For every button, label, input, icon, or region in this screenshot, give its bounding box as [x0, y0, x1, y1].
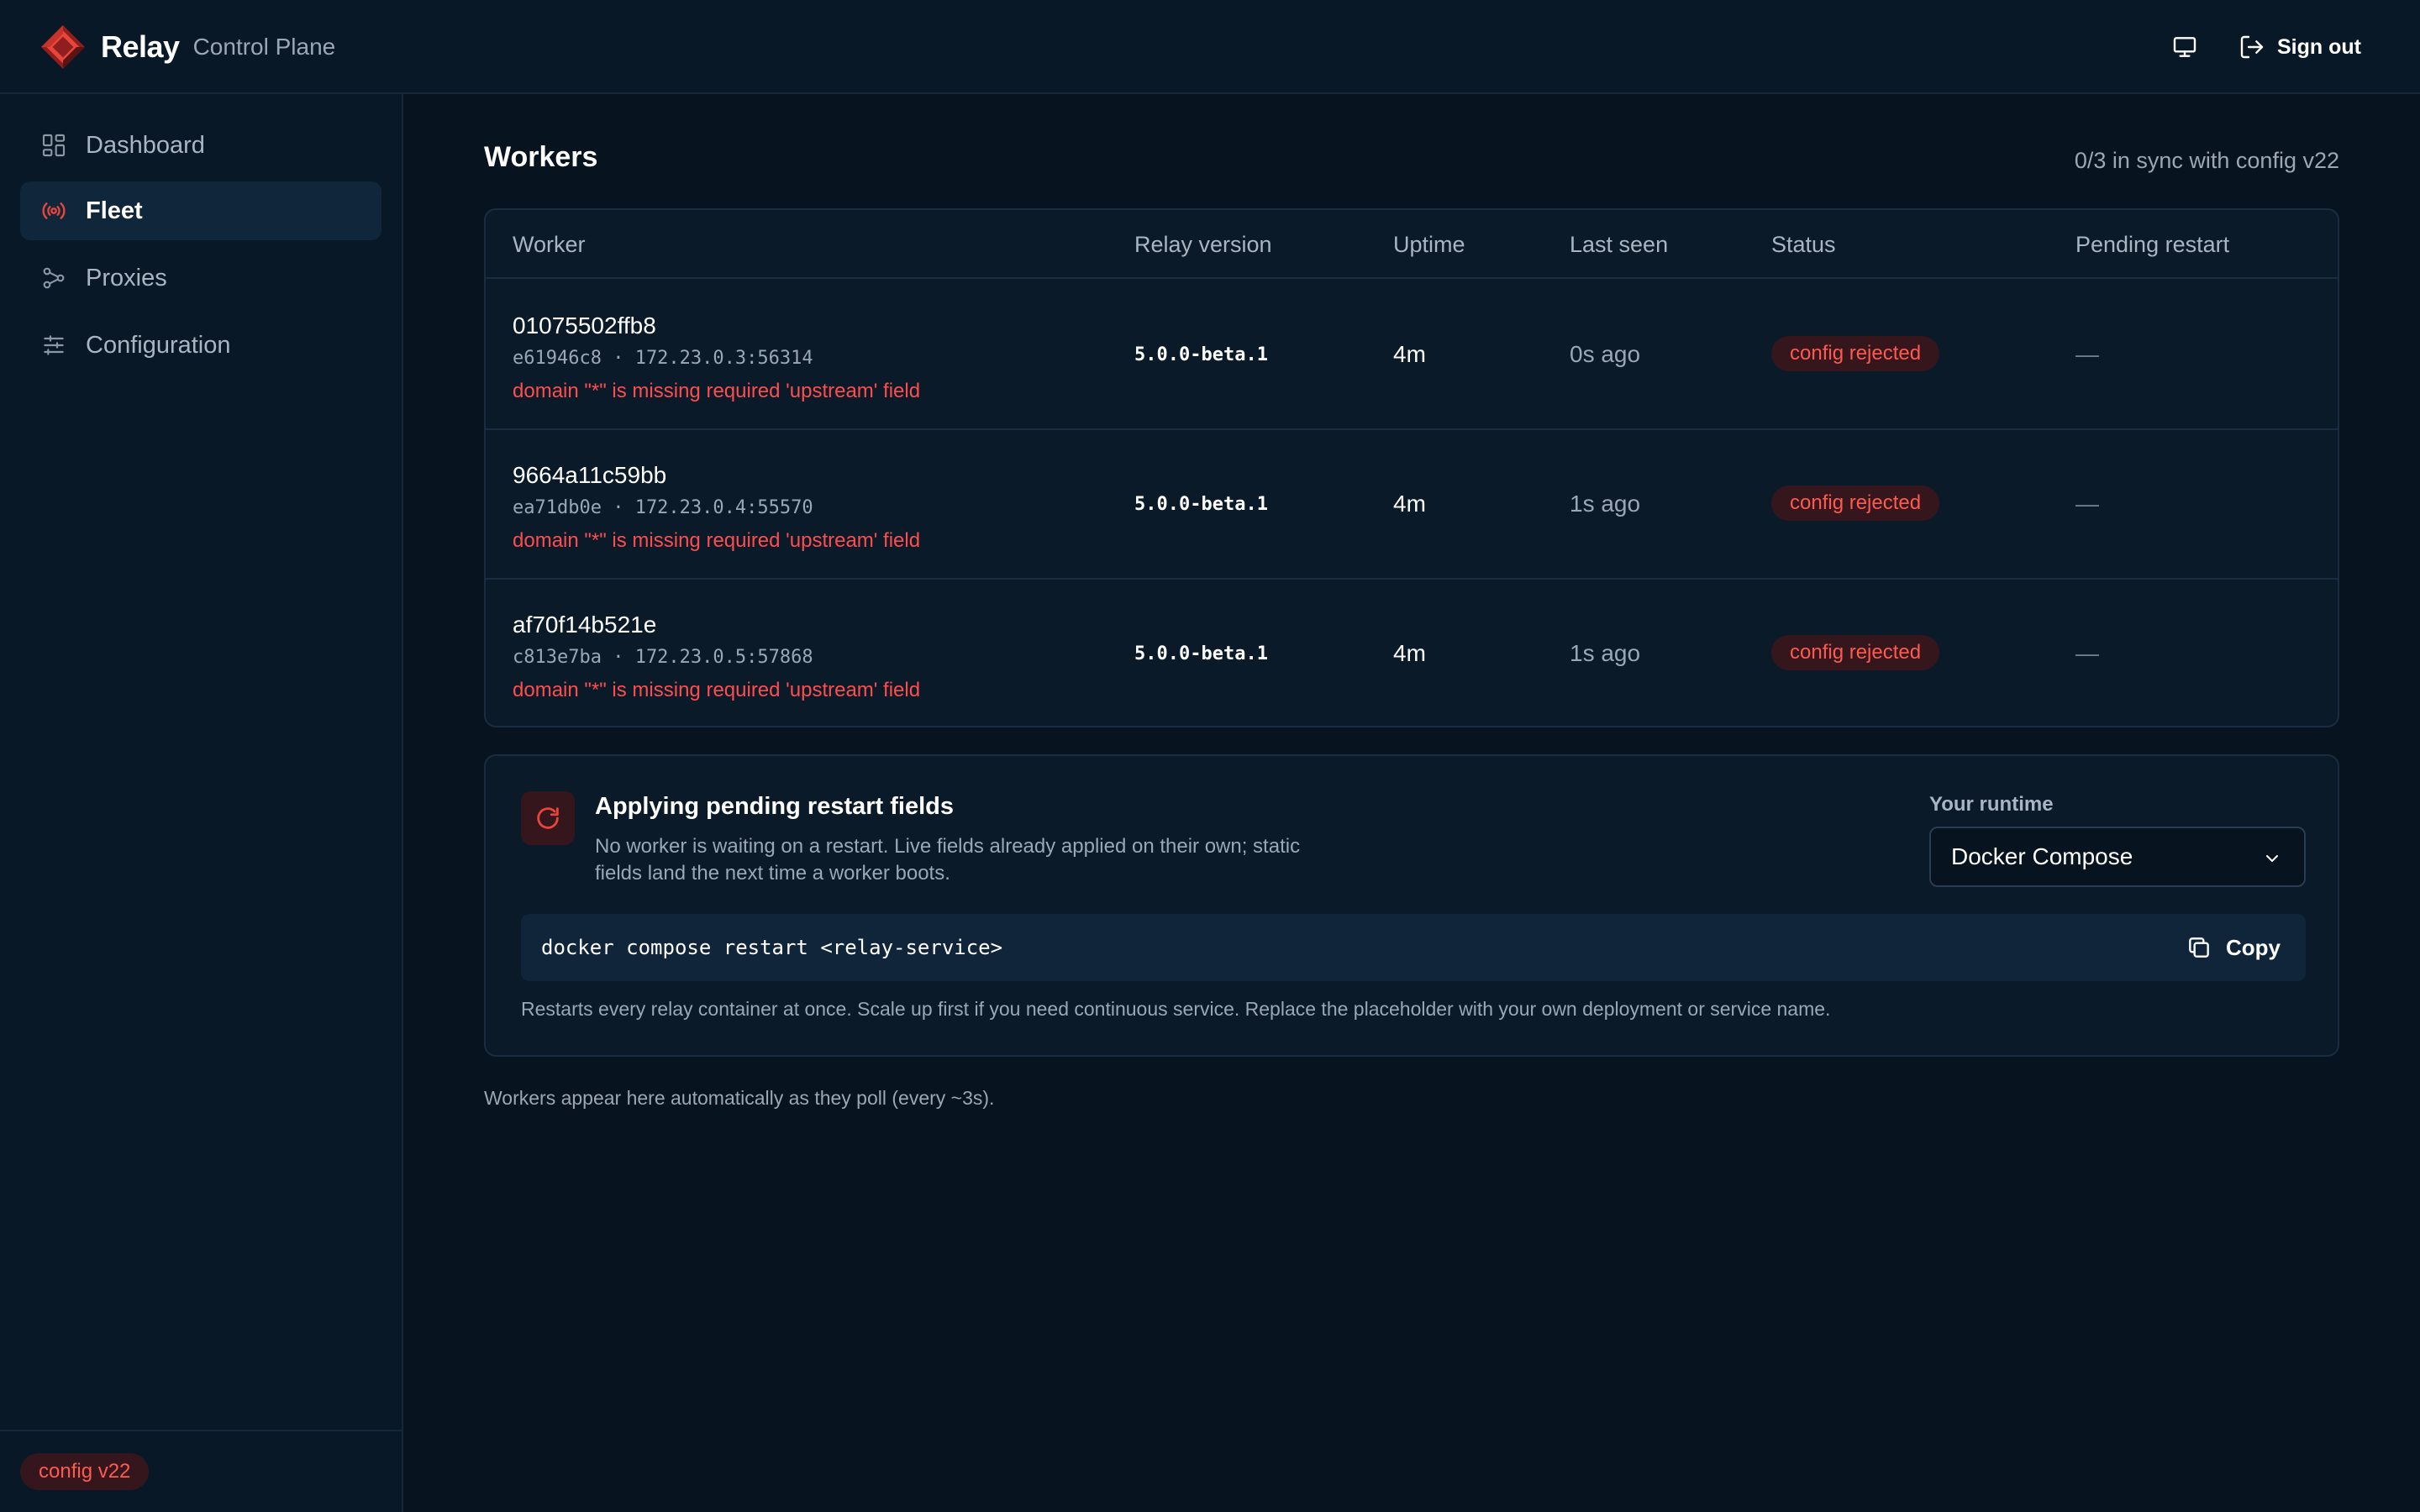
last-seen: 1s ago	[1570, 491, 1641, 517]
restart-title: Applying pending restart fields	[595, 793, 954, 820]
uptime: 4m	[1393, 640, 1426, 666]
sidebar-item-dashboard[interactable]: Dashboard	[20, 116, 381, 175]
sidebar-item-label: Configuration	[86, 331, 231, 359]
restart-command[interactable]: docker compose restart <relay-service>	[541, 936, 1002, 959]
last-seen: 1s ago	[1570, 640, 1641, 666]
sidebar-item-label: Dashboard	[86, 131, 205, 159]
sidebar-item-label: Proxies	[86, 264, 167, 291]
relay-logo-icon	[41, 25, 85, 69]
restart-icon-tile	[521, 791, 575, 845]
column-header-worker: Worker	[513, 232, 586, 257]
sign-out-icon	[2240, 35, 2264, 59]
relay-version: 5.0.0-beta.1	[1134, 494, 1268, 515]
runtime-selected-value: Docker Compose	[1951, 843, 2133, 869]
sign-out-button[interactable]: Sign out	[2238, 29, 2361, 66]
grid-icon	[42, 134, 66, 157]
sidebar-item-fleet[interactable]: Fleet	[20, 181, 381, 240]
worker-meta: e61946c8 · 172.23.0.3:56314	[513, 348, 813, 369]
config-version-badge: config v22	[20, 1453, 150, 1490]
worker-id: 9664a11c59bb	[513, 462, 667, 488]
status-badge: config rejected	[1771, 486, 1940, 521]
sign-out-label: Sign out	[2277, 34, 2361, 59]
relay-version: 5.0.0-beta.1	[1134, 643, 1268, 664]
restart-description: No worker is waiting on a restart. Live …	[595, 835, 1301, 885]
restart-note: Restarts every relay container at once. …	[521, 998, 1831, 1020]
chevron-down-icon	[2266, 855, 2278, 862]
sidebar-item-configuration[interactable]: Configuration	[20, 316, 381, 375]
uptime: 4m	[1393, 341, 1426, 367]
column-header-last-seen: Last seen	[1570, 232, 1669, 257]
monitor-icon	[2173, 37, 2196, 57]
table-row[interactable]: 9664a11c59bb ea71db0e · 172.23.0.4:55570…	[486, 430, 2338, 580]
runtime-label: Your runtime	[1929, 793, 2054, 816]
sidebar: Dashboard Fleet Proxies Configuration co…	[0, 94, 403, 1512]
worker-id: 01075502ffb8	[513, 312, 656, 339]
sidebar-item-label: Fleet	[86, 197, 143, 224]
column-header-status: Status	[1771, 232, 1836, 257]
brand[interactable]: Relay Control Plane	[39, 22, 335, 72]
column-header-version: Relay version	[1134, 232, 1272, 257]
workers-table: Worker Relay version Uptime Last seen St…	[484, 208, 2339, 727]
brand-name: Relay	[101, 29, 180, 64]
broadcast-icon	[42, 202, 66, 219]
table-row[interactable]: 01075502ffb8 e61946c8 · 172.23.0.3:56314…	[486, 281, 2338, 430]
pending-restart: —	[2075, 491, 2099, 517]
poll-footnote: Workers appear here automatically as the…	[484, 1087, 995, 1109]
status-badge: config rejected	[1771, 635, 1940, 670]
display-mode-button[interactable]	[2166, 29, 2203, 66]
pending-restart: —	[2075, 341, 2099, 367]
last-seen: 0s ago	[1570, 341, 1641, 367]
page-title: Workers	[484, 141, 598, 173]
sidebar-item-proxies[interactable]: Proxies	[20, 249, 381, 307]
worker-id: af70f14b521e	[513, 612, 657, 638]
refresh-icon	[537, 807, 559, 829]
table-header: Worker Relay version Uptime Last seen St…	[486, 210, 2338, 279]
column-header-uptime: Uptime	[1393, 232, 1465, 257]
brand-subtitle: Control Plane	[192, 34, 336, 60]
worker-error: domain "*" is missing required 'upstream…	[513, 679, 921, 701]
runtime-select[interactable]: Docker Compose	[1929, 827, 2306, 887]
sliders-icon	[44, 335, 64, 355]
restart-panel: Applying pending restart fields No worke…	[484, 754, 2339, 1057]
copy-label: Copy	[2226, 934, 2281, 960]
sync-status: 0/3 in sync with config v22	[2074, 148, 2339, 173]
table-row[interactable]: af70f14b521e c813e7ba · 172.23.0.5:57868…	[486, 580, 2338, 726]
worker-error: domain "*" is missing required 'upstream…	[513, 529, 921, 552]
sidebar-divider	[0, 1430, 402, 1431]
copy-button[interactable]: Copy	[2186, 931, 2281, 964]
worker-error: domain "*" is missing required 'upstream…	[513, 380, 921, 402]
top-bar: Relay Control Plane Sign out	[0, 0, 2420, 94]
pending-restart: —	[2075, 640, 2099, 666]
uptime: 4m	[1393, 491, 1426, 517]
worker-meta: c813e7ba · 172.23.0.5:57868	[513, 647, 813, 668]
column-header-pending-restart: Pending restart	[2075, 232, 2230, 257]
worker-meta: ea71db0e · 172.23.0.4:55570	[513, 497, 813, 518]
network-icon	[43, 267, 65, 289]
copy-icon	[2189, 937, 2209, 958]
status-badge: config rejected	[1771, 336, 1940, 371]
command-box: docker compose restart <relay-service> C…	[521, 914, 2306, 981]
relay-version: 5.0.0-beta.1	[1134, 344, 1268, 365]
